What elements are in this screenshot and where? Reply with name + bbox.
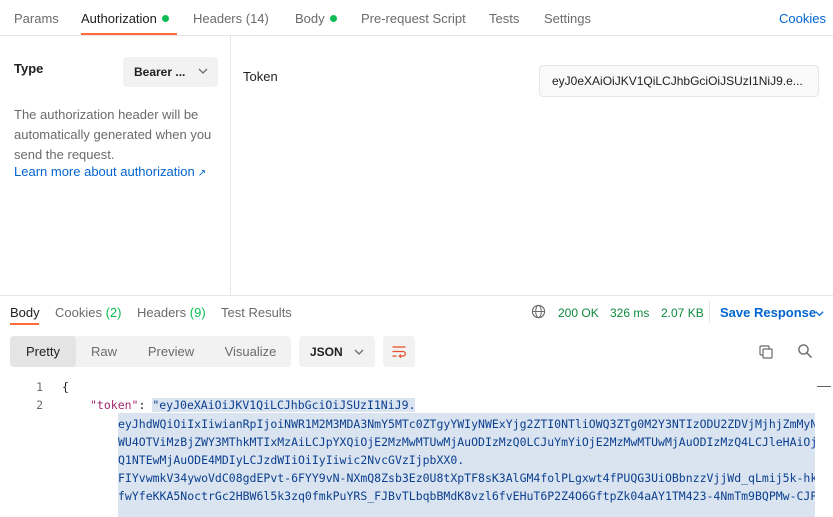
code-line-wrapped: WU4OTViMzBjZWY3MThkMTIxMzAiLCJpYXQiOjE2M… bbox=[118, 435, 815, 449]
tab-count: (9) bbox=[189, 305, 206, 320]
status-dot-icon bbox=[161, 15, 169, 22]
status-dot-icon bbox=[329, 15, 337, 22]
view-visualize-button[interactable]: Visualize bbox=[210, 336, 291, 367]
format-value: JSON bbox=[310, 345, 343, 359]
tab-label: Headers (14) bbox=[193, 11, 269, 26]
view-preview-button[interactable]: Preview bbox=[132, 336, 210, 367]
copy-icon[interactable] bbox=[758, 344, 774, 360]
view-mode-group: Pretty Raw Preview Visualize bbox=[10, 336, 291, 367]
line-number: 1 bbox=[36, 380, 43, 394]
tab-label: Cookies bbox=[55, 305, 102, 320]
tab-authorization[interactable]: Authorization bbox=[81, 11, 169, 26]
code-line-wrapped: fwYfeKKA5NoctrGc2HBW6l5k3zq0fmkPuYRS_FJB… bbox=[118, 489, 815, 503]
auth-type-select[interactable]: Bearer ... bbox=[123, 57, 218, 87]
code-line-wrapped: FIYvwmkV34ywoVdC08gdEPvt-6FYY9vN-NXmQ8Zs… bbox=[118, 471, 815, 485]
type-label: Type bbox=[14, 61, 44, 76]
response-body-editor[interactable]: 1 { 2 "token": "eyJ0eXAiOiJKV1QiLCJhbGci… bbox=[0, 377, 833, 517]
line-number: 2 bbox=[36, 398, 43, 412]
panel-divider bbox=[0, 295, 833, 296]
active-tab-indicator bbox=[81, 33, 177, 35]
view-pretty-button[interactable]: Pretty bbox=[10, 336, 76, 367]
json-key: "token" bbox=[90, 398, 139, 412]
tab-params[interactable]: Params bbox=[14, 11, 59, 26]
tab-label: Tests bbox=[489, 11, 520, 26]
status-code[interactable]: 200 OK bbox=[558, 306, 599, 320]
code-line: "token": "eyJ0eXAiOiJKV1QiLCJhbGciOiJSUz… bbox=[90, 398, 416, 412]
learn-more-label: Learn more about authorization bbox=[14, 164, 195, 179]
response-time[interactable]: 326 ms bbox=[610, 306, 649, 320]
globe-icon[interactable] bbox=[531, 304, 546, 319]
tab-label: Body bbox=[10, 305, 40, 320]
response-tab-cookies[interactable]: Cookies (2) bbox=[55, 305, 121, 320]
code-line-wrapped: eyJhdWQiOiIxIiwianRpIjoiNWR1M2M3MDA3NmY5… bbox=[118, 417, 815, 431]
response-tab-headers[interactable]: Headers (9) bbox=[137, 305, 206, 320]
tab-tests[interactable]: Tests bbox=[489, 11, 519, 26]
code-line: { bbox=[62, 380, 69, 394]
tab-label: Headers bbox=[137, 305, 187, 320]
tab-label: Test Results bbox=[221, 305, 292, 320]
tab-label: Authorization bbox=[81, 11, 157, 26]
tab-label: Params bbox=[14, 11, 59, 26]
separator bbox=[709, 301, 710, 323]
token-label: Token bbox=[243, 69, 278, 84]
tab-label: Body bbox=[295, 11, 325, 26]
cookies-link[interactable]: Cookies bbox=[779, 11, 826, 26]
tab-label: Pre-request Script bbox=[361, 11, 466, 26]
response-tab-body[interactable]: Body bbox=[10, 305, 40, 320]
search-icon[interactable] bbox=[797, 343, 813, 359]
json-string-value: "eyJ0eXAiOiJKV1QiLCJhbGciOiJSUzI1NiJ9. bbox=[152, 398, 416, 412]
chevron-down-icon bbox=[198, 68, 208, 74]
tab-body[interactable]: Body bbox=[295, 11, 337, 26]
chevron-down-icon[interactable] bbox=[814, 308, 825, 319]
format-select[interactable]: JSON bbox=[299, 336, 375, 367]
tab-headers[interactable]: Headers (14) bbox=[193, 11, 269, 26]
wrap-lines-icon bbox=[392, 346, 406, 359]
tab-label: Settings bbox=[544, 11, 591, 26]
auth-description: The authorization header will be automat… bbox=[14, 107, 212, 162]
active-response-tab-indicator bbox=[10, 323, 39, 325]
token-input[interactable]: eyJ0eXAiOiJKV1QiLCJhbGciOiJSUzI1NiJ9.e..… bbox=[539, 65, 819, 97]
request-tabs: Params Authorization Headers (14) Body P… bbox=[0, 0, 833, 36]
chevron-down-icon bbox=[354, 349, 364, 355]
response-size[interactable]: 2.07 KB bbox=[661, 306, 704, 320]
auth-type-value: Bearer ... bbox=[134, 65, 186, 79]
json-colon: : bbox=[138, 398, 153, 412]
scroll-marker bbox=[817, 386, 831, 387]
external-arrow-icon: ↗ bbox=[197, 168, 207, 179]
response-tab-test-results[interactable]: Test Results bbox=[221, 305, 292, 320]
tab-pre-request-script[interactable]: Pre-request Script bbox=[361, 11, 466, 26]
tab-settings[interactable]: Settings bbox=[544, 11, 591, 26]
save-response-button[interactable]: Save Response bbox=[720, 305, 816, 320]
view-raw-button[interactable]: Raw bbox=[76, 336, 132, 367]
tab-count: (2) bbox=[105, 305, 122, 320]
learn-more-link[interactable]: Learn more about authorization ↗ bbox=[14, 164, 206, 179]
wrap-lines-button[interactable] bbox=[383, 336, 415, 367]
code-line-wrapped: Q1NTEwMjAuODE4MDIyLCJzdWIiOiIyIiwic2NvcG… bbox=[118, 453, 465, 467]
auth-type-panel: Type Bearer ... The authorization header… bbox=[0, 36, 231, 295]
